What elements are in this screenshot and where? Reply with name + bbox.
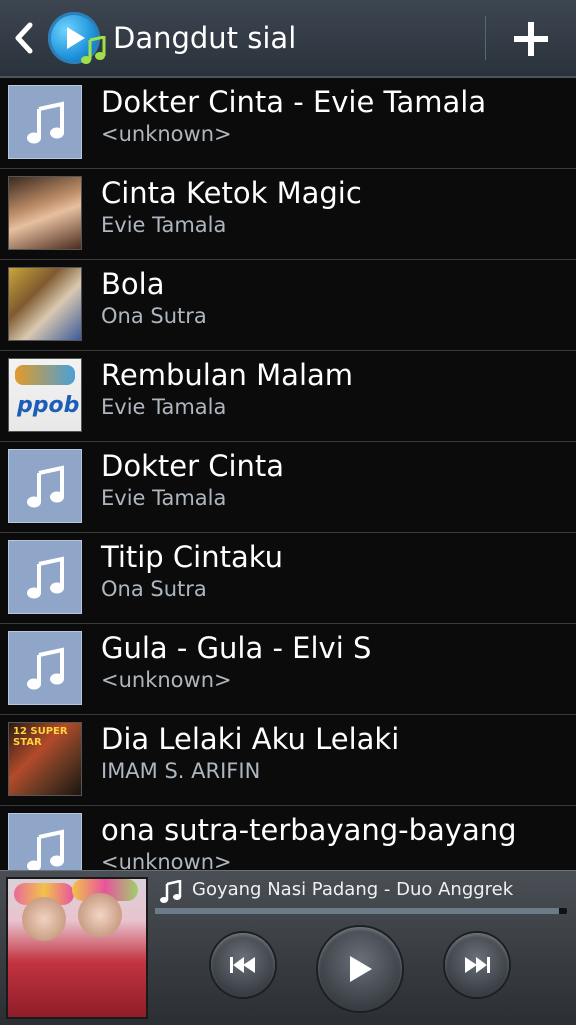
song-row[interactable]: Cinta Ketok Magic Evie Tamala bbox=[0, 169, 576, 260]
song-artist: Ona Sutra bbox=[101, 304, 207, 328]
back-button[interactable] bbox=[10, 20, 38, 56]
song-artist: Evie Tamala bbox=[101, 213, 227, 237]
mini-player[interactable]: Goyang Nasi Padang - Duo Anggrek bbox=[0, 870, 576, 1025]
music-note-icon bbox=[27, 465, 64, 508]
progress-bar[interactable] bbox=[155, 908, 567, 914]
header-divider bbox=[485, 16, 486, 60]
album-art-face bbox=[78, 893, 122, 937]
album-art-face bbox=[22, 897, 66, 941]
song-artist: <unknown> bbox=[101, 850, 232, 870]
song-row[interactable]: 12 SUPER STAR Dia Lelaki Aku Lelaki IMAM… bbox=[0, 715, 576, 806]
album-art-placeholder bbox=[8, 449, 82, 523]
song-title: Titip Cintaku bbox=[101, 540, 284, 574]
album-art-caption: 12 SUPER STAR bbox=[13, 726, 68, 748]
song-row[interactable]: Gula - Gula - Elvi S <unknown> bbox=[0, 624, 576, 715]
song-artist: Evie Tamala bbox=[101, 486, 227, 510]
album-art: 12 SUPER STAR bbox=[8, 722, 82, 796]
next-button[interactable] bbox=[445, 933, 509, 997]
play-button[interactable] bbox=[318, 927, 402, 1011]
album-art-placeholder bbox=[8, 540, 82, 614]
music-note-icon bbox=[27, 829, 64, 870]
skip-next-icon bbox=[465, 957, 490, 973]
music-note-icon bbox=[160, 880, 182, 903]
album-art-placeholder bbox=[8, 813, 82, 870]
play-icon bbox=[350, 956, 372, 982]
progress-fill bbox=[155, 908, 559, 914]
song-row[interactable]: Dokter Cinta Evie Tamala bbox=[0, 442, 576, 533]
song-row[interactable]: Dokter Cinta - Evie Tamala <unknown> bbox=[0, 78, 576, 169]
music-note-icon bbox=[27, 647, 64, 690]
music-player-app-icon[interactable] bbox=[48, 12, 106, 64]
plus-icon bbox=[514, 22, 548, 56]
skip-previous-icon bbox=[230, 957, 255, 973]
album-art bbox=[8, 176, 82, 250]
chevron-left-icon bbox=[15, 22, 33, 54]
previous-button[interactable] bbox=[211, 933, 275, 997]
album-art-placeholder bbox=[8, 85, 82, 159]
album-art bbox=[8, 267, 82, 341]
now-playing-title: Goyang Nasi Padang - Duo Anggrek bbox=[192, 879, 514, 900]
song-row[interactable]: ona sutra-terbayang-bayang <unknown> bbox=[0, 806, 576, 870]
album-art: ppob bbox=[8, 358, 82, 432]
song-row[interactable]: Bola Ona Sutra bbox=[0, 260, 576, 351]
music-note-icon bbox=[81, 36, 106, 64]
page-title: Dangdut sial bbox=[113, 21, 297, 55]
song-title: Dokter Cinta - Evie Tamala bbox=[101, 85, 487, 119]
song-artist: IMAM S. ARIFIN bbox=[101, 759, 261, 783]
music-note-icon bbox=[27, 101, 64, 144]
song-artist: <unknown> bbox=[101, 668, 232, 692]
song-title: Gula - Gula - Elvi S bbox=[101, 631, 372, 665]
album-art-placeholder bbox=[8, 631, 82, 705]
music-note-icon bbox=[27, 556, 64, 599]
song-title: ona sutra-terbayang-bayang bbox=[101, 813, 517, 847]
song-title: Dia Lelaki Aku Lelaki bbox=[101, 722, 400, 756]
song-row[interactable]: Titip Cintaku Ona Sutra bbox=[0, 533, 576, 624]
song-title: Bola bbox=[101, 267, 165, 301]
add-button[interactable] bbox=[510, 18, 552, 60]
song-list[interactable]: Dokter Cinta - Evie Tamala <unknown> Cin… bbox=[0, 78, 576, 870]
song-title: Dokter Cinta bbox=[101, 449, 285, 483]
song-title: Rembulan Malam bbox=[101, 358, 354, 392]
album-art-logo: ppob bbox=[17, 393, 80, 418]
song-artist: Evie Tamala bbox=[101, 395, 227, 419]
song-artist: <unknown> bbox=[101, 122, 232, 146]
song-artist: Ona Sutra bbox=[101, 577, 207, 601]
now-playing-album-art[interactable] bbox=[6, 877, 148, 1019]
song-row[interactable]: ppob Rembulan Malam Evie Tamala bbox=[0, 351, 576, 442]
album-art-banner bbox=[15, 365, 75, 385]
action-bar: Dangdut sial bbox=[0, 0, 576, 78]
song-title: Cinta Ketok Magic bbox=[101, 176, 362, 210]
